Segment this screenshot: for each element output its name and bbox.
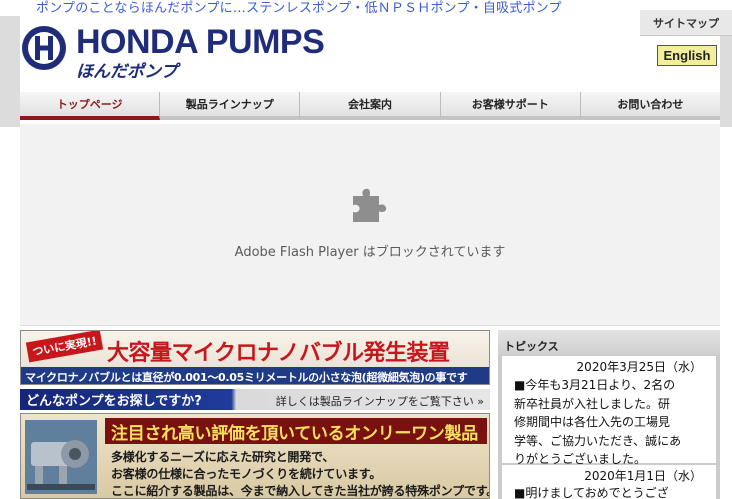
topics-panel: トピックス 2020年3月25日（水） ■今年も3月21日より、2名の 新卒社員… [498, 330, 720, 499]
banner-tag: ついに実現!! [25, 331, 104, 363]
banner2-line: 多様化するニーズに応えた研究と開発で、 [111, 450, 335, 464]
topic-entry: 2020年1月1日（水） ■明けましておめでとうござ [502, 465, 716, 499]
topic-body: ■明けましておめでとうござ [514, 484, 710, 499]
page-margin-left [0, 0, 20, 127]
nav-item-support[interactable]: お客様サポート [440, 92, 581, 120]
topic-line: 新卒社員が入社しました。研 [514, 396, 671, 411]
logo-text: HONDA PUMPS [76, 23, 325, 61]
product-lineup-link-text: 詳しくは製品ラインナップをご覧下さい [275, 395, 474, 408]
flash-placeholder[interactable]: Adobe Flash Player はブロックされています [20, 124, 720, 326]
topics-heading: トピックス [498, 330, 720, 355]
main-nav: トップページ 製品ラインナップ 会社案内 お客様サポート お問い合わせ [20, 92, 721, 120]
topic-line: 修期間中は各仕入先の工場見 [514, 415, 671, 429]
pump-search-title: どんなポンプをお探しですか? [26, 394, 202, 409]
microbubble-banner[interactable]: ついに実現!! 大容量マイクロナノバブル発生装置 マイクロナノバブルとは直径が0… [20, 330, 490, 385]
puzzle-piece-icon [353, 188, 387, 222]
only-one-products-banner[interactable]: 注目され高い評価を頂いているオンリーワン製品 多様化するニーズに応えた研究と開発… [20, 413, 490, 499]
nav-item-products[interactable]: 製品ラインナップ [160, 92, 301, 120]
double-chevron-right-icon: » [477, 395, 484, 408]
nav-item-contact[interactable]: お問い合わせ [580, 92, 721, 120]
tagline: ポンプのことならほんだポンプに…ステンレスポンプ・低ＮＰＳＨポンプ・自吸式ポンプ [36, 1, 562, 16]
pump-illustration-icon [25, 420, 97, 494]
banner2-title: 注目され高い評価を頂いているオンリーワン製品 [111, 424, 478, 444]
site-logo[interactable]: HONDA PUMPS ほんだポンプ [20, 22, 370, 82]
topic-line: ■今年も3月21日より、2名の [514, 378, 676, 392]
banner-subtitle: マイクロナノバブルとは直径が0.001〜0.05ミリメートルの小さな泡(超微細気… [25, 371, 468, 384]
sitemap-link[interactable]: サイトマップ [640, 10, 732, 36]
banner-title: 大容量マイクロナノバブル発生装置 [107, 340, 450, 366]
flash-blocked-message: Adobe Flash Player はブロックされています [234, 245, 506, 260]
product-lineup-link[interactable]: 詳しくは製品ラインナップをご覧下さい » [276, 393, 484, 409]
topic-date: 2020年1月1日（水） [584, 469, 702, 483]
honda-logo-mark-icon [22, 26, 66, 70]
english-button[interactable]: English [657, 45, 717, 66]
banner2-line: ここに紹介する製品は、今まで納入してきた当社が誇る特殊ポンプです。 [111, 484, 490, 498]
topic-entry: 2020年3月25日（水） ■今年も3月21日より、2名の 新卒社員が入社しまし… [502, 356, 716, 466]
banner2-line: お客様の仕様に合ったモノづくりを続けています。 [111, 467, 382, 481]
topic-body: ■今年も3月21日より、2名の 新卒社員が入社しました。研 修期間中は各仕入先の… [514, 376, 710, 469]
pump-search-bar: どんなポンプをお探しですか? 詳しくは製品ラインナップをご覧下さい » [20, 389, 490, 410]
topic-line: ■明けましておめでとうござ [514, 486, 669, 499]
logo-subtext: ほんだポンプ [76, 62, 178, 82]
nav-item-company[interactable]: 会社案内 [300, 92, 441, 120]
topic-line: 学等、ご協力いただき、誠にあ [514, 433, 682, 448]
nav-item-top[interactable]: トップページ [20, 92, 161, 120]
topic-date: 2020年3月25日（水） [576, 360, 702, 374]
